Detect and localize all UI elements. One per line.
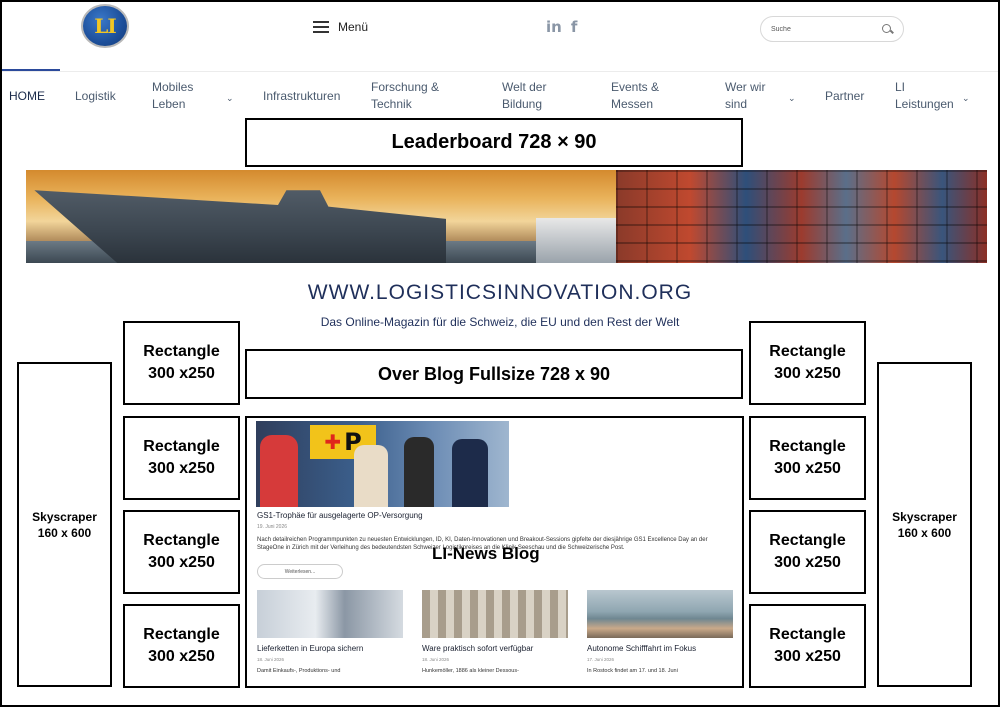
blog-card-title[interactable]: Ware praktisch sofort verfügbar <box>422 644 572 654</box>
ad-rectangle-size: 300 x250 <box>774 365 841 382</box>
blog-card-excerpt: Damit Einkaufs-, Produktions- und <box>257 668 341 674</box>
ad-rectangle-title: Rectangle <box>143 532 220 549</box>
nav-item-li-leistungen[interactable]: LI Leistungen <box>895 79 957 113</box>
featured-post-title[interactable]: GS1-Trophäe für ausgelagerte OP-Versorgu… <box>257 511 423 520</box>
chevron-down-icon[interactable]: ⌄ <box>788 90 796 107</box>
linkedin-icon[interactable]: in <box>546 18 562 36</box>
blog-card-date: 18. Juni 2026 <box>422 657 450 662</box>
ad-rectangle-size: 300 x250 <box>774 460 841 477</box>
nav-divider <box>2 71 998 72</box>
ad-over-blog[interactable]: Over Blog Fullsize 728 x 90 <box>245 349 743 399</box>
ad-skyscraper-title: Skyscraper <box>32 509 97 524</box>
blog-card[interactable]: Autonome Schifffahrt im Fokus 17. Juni 2… <box>587 590 737 674</box>
news-blog: ✚ P GS1-Trophäe für ausgelagerte OP-Verso… <box>245 416 744 688</box>
nav-item-home[interactable]: HOME <box>9 88 45 105</box>
ad-rectangle-size: 300 x250 <box>148 554 215 571</box>
ad-skyscraper-size: 160 x 600 <box>897 525 952 540</box>
nav-item-events-messen[interactable]: Events & Messen <box>611 79 671 113</box>
blog-card-date: 18. Juni 2026 <box>257 657 285 662</box>
blog-card-excerpt: In Rostock findet am 17. und 18. Juni <box>587 668 678 674</box>
site-url: WWW.LOGISTICSINNOVATION.ORG <box>307 281 693 304</box>
blog-card-title[interactable]: Lieferketten in Europa sichern <box>257 644 407 654</box>
ad-rectangle-title: Rectangle <box>769 438 846 455</box>
facebook-icon[interactable]: f <box>571 18 578 36</box>
ad-skyscraper-size: 160 x 600 <box>37 525 92 540</box>
ad-skyscraper-right[interactable]: Skyscraper 160 x 600 <box>877 362 972 687</box>
chevron-down-icon[interactable]: ⌄ <box>226 90 234 107</box>
search-input[interactable] <box>771 25 871 33</box>
ad-rectangle-size: 300 x250 <box>148 648 215 665</box>
ad-rectangle-size: 300 x250 <box>148 365 215 382</box>
ad-rectangle-right-3[interactable]: Rectangle 300 x250 <box>749 510 866 594</box>
blog-card-title[interactable]: Autonome Schifffahrt im Fokus <box>587 644 737 654</box>
hero-banner-image <box>26 170 987 263</box>
ad-rectangle-left-4[interactable]: Rectangle 300 x250 <box>123 604 240 688</box>
site-logo[interactable]: LI <box>81 4 129 48</box>
nav-item-infrastrukturen[interactable]: Infrastrukturen <box>263 88 340 105</box>
ad-rectangle-left-2[interactable]: Rectangle 300 x250 <box>123 416 240 500</box>
blog-card-date: 17. Juni 2026 <box>587 657 615 662</box>
nav-item-wer-wir-sind[interactable]: Wer wir sind <box>725 79 777 113</box>
menu-toggle-button[interactable]: Menü <box>313 20 368 34</box>
ad-rectangle-title: Rectangle <box>143 438 220 455</box>
ad-over-blog-label: Over Blog Fullsize 728 x 90 <box>377 363 611 384</box>
ad-skyscraper-left[interactable]: Skyscraper 160 x 600 <box>17 362 112 687</box>
ad-skyscraper-title: Skyscraper <box>892 509 957 524</box>
ad-rectangle-size: 300 x250 <box>148 460 215 477</box>
read-more-button[interactable]: Weiterlesen... <box>257 564 343 579</box>
blog-card-excerpt: Hunkemöller, 1886 als kleiner Dessous- <box>422 668 519 674</box>
ad-leaderboard[interactable]: Leaderboard 728 × 90 <box>245 118 743 167</box>
ad-rectangle-title: Rectangle <box>769 343 846 360</box>
search-icon[interactable] <box>882 23 893 35</box>
ad-leaderboard-label: Leaderboard 728 × 90 <box>391 131 597 153</box>
social-links: in f <box>546 18 577 36</box>
blog-card-image[interactable] <box>587 590 733 638</box>
blog-title: LI-News Blog <box>432 544 540 563</box>
menu-label: Menü <box>338 20 369 34</box>
nav-item-forschung-technik[interactable]: Forschung & Technik <box>371 79 451 113</box>
ad-rectangle-right-2[interactable]: Rectangle 300 x250 <box>749 416 866 500</box>
ad-rectangle-right-4[interactable]: Rectangle 300 x250 <box>749 604 866 688</box>
featured-post-image[interactable]: ✚ P <box>256 421 509 507</box>
ad-rectangle-size: 300 x250 <box>774 554 841 571</box>
logo-text: LI <box>94 14 116 38</box>
blog-card[interactable]: Lieferketten in Europa sichern 18. Juni … <box>257 590 407 674</box>
blog-card[interactable]: Ware praktisch sofort verfügbar 18. Juni… <box>422 590 572 674</box>
ad-rectangle-title: Rectangle <box>769 532 846 549</box>
chevron-down-icon[interactable]: ⌄ <box>962 90 970 107</box>
featured-post-date: 19. Juni 2026 <box>257 524 288 530</box>
ad-rectangle-title: Rectangle <box>143 626 220 643</box>
ad-rectangle-left-3[interactable]: Rectangle 300 x250 <box>123 510 240 594</box>
nav-item-mobiles-leben[interactable]: Mobiles Leben <box>152 79 210 113</box>
nav-item-logistik[interactable]: Logistik <box>75 88 116 105</box>
blog-card-image[interactable] <box>257 590 403 638</box>
ad-rectangle-title: Rectangle <box>143 343 220 360</box>
ad-rectangle-left-1[interactable]: Rectangle 300 x250 <box>123 321 240 405</box>
nav-item-welt-der-bildung[interactable]: Welt der Bildung <box>502 79 560 113</box>
hamburger-icon <box>313 21 329 33</box>
ad-rectangle-right-1[interactable]: Rectangle 300 x250 <box>749 321 866 405</box>
ad-rectangle-title: Rectangle <box>769 626 846 643</box>
search-box <box>760 16 904 42</box>
nav-item-partner[interactable]: Partner <box>825 88 864 105</box>
blog-card-image[interactable] <box>422 590 568 638</box>
ad-rectangle-size: 300 x250 <box>774 648 841 665</box>
